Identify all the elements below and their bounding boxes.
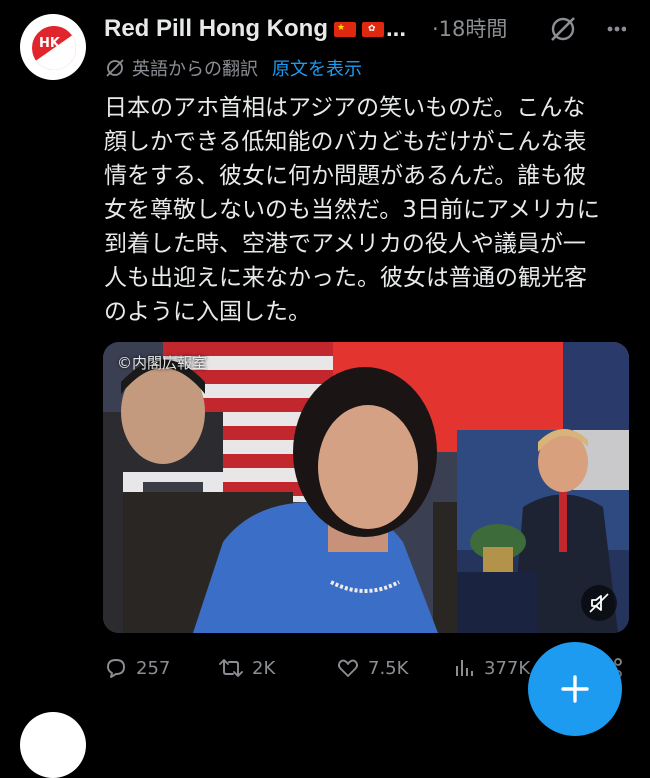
translate-icon <box>106 59 124 77</box>
tweet-timestamp[interactable]: ·18時間 <box>432 14 507 44</box>
tweet-text-line: のように入国した。 <box>104 299 311 325</box>
tweet-text-line: 女を尊敬しないのも当然だ。3日前にアメリカに <box>104 197 600 223</box>
tweet-text: 日本のアホ首相はアジアの笑いものだ。こんな 顔しかできる低知能のバカどもだけがこ… <box>104 91 624 329</box>
tweet-text-line: 到着した時、空港でアメリカの役人や議員が一 <box>104 231 586 257</box>
hong-kong-flag-icon: ✿ <box>361 21 384 37</box>
tweet-text-line: 日本のアホ首相はアジアの笑いものだ。こんな <box>104 95 586 121</box>
china-flag-icon: ★ <box>333 21 356 37</box>
tweet-video[interactable]: ©内閣広報室 <box>103 342 629 633</box>
repost-count: 2K <box>252 657 276 679</box>
tweet-text-line: 情をする、彼女に何か問題があるんだ。誰も彼 <box>104 163 587 189</box>
plus-icon <box>561 675 589 703</box>
show-original-link[interactable]: 原文を表示 <box>272 55 362 81</box>
author-avatar[interactable]: HK <box>20 14 86 80</box>
tweet-text-line: 人も出迎えに来なかった。彼女は普通の観光客 <box>104 265 587 291</box>
mute-button[interactable] <box>581 585 617 621</box>
repost-button[interactable]: 2K <box>218 650 275 686</box>
grok-icon[interactable] <box>548 14 578 44</box>
like-count: 7.5K <box>368 657 409 679</box>
author-name[interactable]: Red Pill Hong Kong <box>104 15 328 43</box>
name-truncation: ... <box>385 15 406 42</box>
views-button[interactable]: 377K <box>454 650 530 686</box>
reply-icon <box>107 659 125 678</box>
avatar-text: HK <box>39 36 60 51</box>
tweet-header: Red Pill Hong Kong ★ ✿ ... <box>104 14 406 44</box>
next-tweet-avatar[interactable] <box>20 712 86 778</box>
compose-fab-button[interactable] <box>528 642 622 736</box>
video-copyright-text: ©内閣広報室 <box>117 354 208 372</box>
tweet-text-line: 顔しかできる低知能のバカどもだけがこんな表 <box>104 129 587 155</box>
mute-icon <box>589 593 609 613</box>
video-frame <box>103 342 629 633</box>
like-button[interactable]: 7.5K <box>336 650 408 686</box>
views-count: 377K <box>484 657 531 679</box>
reply-button[interactable]: 257 <box>104 650 170 686</box>
translation-row: 英語からの翻訳 原文を表示 <box>104 55 362 81</box>
more-icon[interactable] <box>606 14 626 44</box>
repost-icon <box>219 659 243 677</box>
like-icon <box>337 659 359 677</box>
translation-label: 英語からの翻訳 <box>132 59 258 80</box>
reply-count: 257 <box>136 657 171 679</box>
views-icon <box>456 660 473 676</box>
